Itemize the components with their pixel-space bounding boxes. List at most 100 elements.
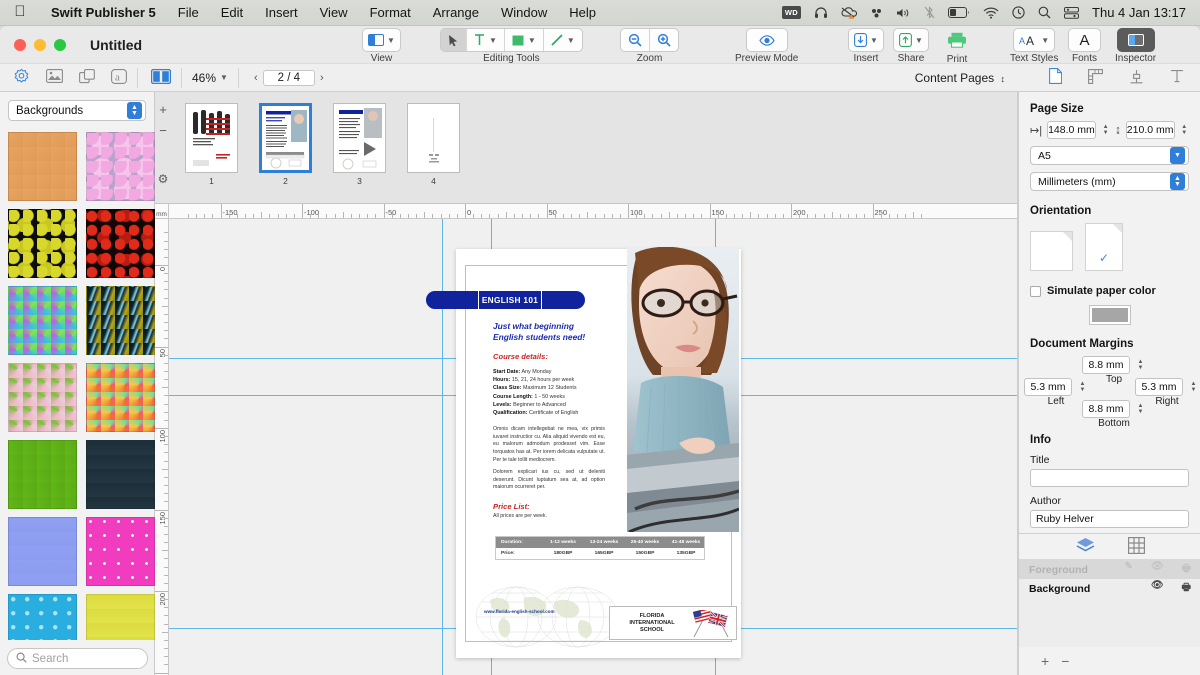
zoom-button[interactable] — [54, 39, 66, 51]
chevron-down-icon[interactable]: ▼ — [220, 73, 228, 82]
page-height-stepper[interactable]: ▲▼ — [1180, 121, 1190, 139]
object-inspector-icon[interactable] — [1129, 69, 1144, 87]
swatch-pink-rays[interactable] — [8, 363, 77, 432]
menu-file[interactable]: File — [167, 5, 210, 20]
margin-right-stepper[interactable]: ▲▼ — [1188, 378, 1199, 396]
battery-icon[interactable] — [948, 7, 970, 18]
margin-left-stepper[interactable]: ▲▼ — [1077, 378, 1088, 396]
inspector-button[interactable] — [1117, 28, 1155, 52]
page-thumbnail[interactable]: 4 — [407, 103, 460, 186]
fonts-button[interactable]: A — [1068, 28, 1101, 52]
swatch-teal-flame[interactable] — [86, 286, 155, 355]
apple-menu-icon[interactable]:  — [0, 4, 40, 21]
swatch-green-swirl[interactable] — [8, 286, 77, 355]
image-icon[interactable] — [46, 69, 63, 86]
swatch-green-lines[interactable] — [8, 440, 77, 509]
page-indicator[interactable]: 2 / 4 — [263, 70, 315, 86]
menu-help[interactable]: Help — [558, 5, 607, 20]
add-layer-button[interactable]: + — [1041, 653, 1049, 669]
margin-bottom-field[interactable]: 8.8 mm — [1082, 400, 1130, 418]
zoom-segmented[interactable] — [620, 28, 679, 52]
swatch-blue-maze[interactable] — [8, 517, 77, 586]
layer-edit-icon[interactable]: ✎ — [1124, 561, 1132, 578]
page-thumbnail[interactable]: 1 — [185, 103, 238, 186]
swatch-dark-maze[interactable] — [86, 440, 155, 509]
layout-inspector-icon[interactable] — [1088, 69, 1103, 87]
page-preset-select[interactable]: A5 ▼ — [1030, 146, 1189, 165]
swatch-orange-speckle[interactable] — [8, 132, 77, 201]
horizontal-ruler[interactable]: -150-100-50050100150200250 — [155, 204, 1018, 219]
student-photo[interactable] — [627, 247, 739, 532]
share-button[interactable]: ▼ — [893, 28, 929, 52]
remove-page-icon[interactable]: − — [159, 124, 167, 137]
zoom-out-button[interactable] — [621, 29, 650, 51]
swatch-pink-flowers[interactable] — [86, 132, 155, 201]
menu-insert[interactable]: Insert — [254, 5, 309, 20]
title-field[interactable] — [1030, 469, 1189, 487]
menu-format[interactable]: Format — [359, 5, 422, 20]
document-canvas[interactable]: mm -150-100-50050100150200250 0501001502… — [155, 204, 1018, 675]
content-pages-selector[interactable]: Content Pages ↕ — [915, 71, 1005, 85]
add-page-icon[interactable]: + — [159, 103, 167, 116]
control-center-icon[interactable] — [1064, 7, 1079, 19]
grid-icon[interactable] — [1128, 537, 1145, 557]
text-styles-button[interactable]: AA ▼ — [1013, 28, 1055, 52]
editing-tools-segmented[interactable]: ▼ ▼ ▼ — [440, 28, 583, 52]
swatch-magenta-dots[interactable] — [86, 517, 155, 586]
headphones-icon[interactable] — [814, 6, 828, 19]
previous-page-button[interactable]: ‹ — [249, 72, 263, 84]
time-machine-icon[interactable] — [1012, 6, 1025, 19]
shapes-icon[interactable] — [79, 69, 95, 87]
text-art-icon[interactable]: a — [111, 69, 127, 87]
text-tool[interactable]: ▼ — [467, 29, 505, 51]
layer-print-icon[interactable]: 🖶 — [1182, 580, 1191, 597]
header-pill[interactable]: ENGLISH 101 — [426, 291, 585, 309]
simulate-paper-color-checkbox[interactable] — [1030, 286, 1041, 297]
menubar-clock[interactable]: Thu 4 Jan 13:17 — [1092, 5, 1186, 20]
volume-icon[interactable] — [896, 7, 911, 19]
swatch-yellow-noise[interactable] — [86, 594, 155, 640]
simulate-paper-color-row[interactable]: Simulate paper color — [1030, 285, 1189, 297]
zoom-level-value[interactable]: 46% — [192, 71, 216, 85]
menu-view[interactable]: View — [309, 5, 359, 20]
background-swatch-grid[interactable] — [0, 128, 155, 640]
swatch-red-black[interactable] — [86, 209, 155, 278]
zoom-in-button[interactable] — [650, 29, 678, 51]
master-pages-icon[interactable] — [13, 68, 30, 87]
canvas-scroll-area[interactable]: ENGLISH 101 Just what beginning English … — [169, 219, 1018, 675]
orientation-portrait-option[interactable]: ✓ — [1085, 223, 1123, 271]
orientation-landscape-option[interactable] — [1030, 231, 1073, 271]
page-sheet[interactable]: ENGLISH 101 Just what beginning English … — [456, 249, 741, 658]
page-thumbnail[interactable]: 2 — [259, 103, 312, 186]
paper-color-chip[interactable] — [1090, 306, 1130, 324]
cloud-sync-warning-icon[interactable] — [841, 6, 857, 19]
view-button[interactable]: ▼ — [362, 28, 401, 52]
flyer-body[interactable]: Just what beginning English students nee… — [493, 321, 605, 519]
menu-arrange[interactable]: Arrange — [422, 5, 490, 20]
preview-mode-button[interactable] — [746, 28, 788, 52]
page-height-field[interactable]: 210.0 mm — [1126, 121, 1175, 139]
price-table[interactable]: Duration:1-12 weeks13-24 weeks25-40 week… — [495, 536, 705, 560]
units-select[interactable]: Millimeters (mm) ▲▼ — [1030, 172, 1189, 191]
guide-vertical[interactable] — [442, 219, 443, 675]
swatch-orange-burst[interactable] — [86, 363, 155, 432]
school-logo-box[interactable]: FLORIDA INTERNATIONAL SCHOOL — [609, 606, 737, 640]
insert-button[interactable]: ▼ — [848, 28, 884, 52]
search-icon[interactable] — [1038, 6, 1051, 19]
margin-top-stepper[interactable]: ▲▼ — [1135, 356, 1146, 374]
layer-visibility-icon[interactable]: 👁 — [1151, 580, 1164, 597]
margin-left-field[interactable]: 5.3 mm — [1024, 378, 1072, 396]
text-inspector-icon[interactable] — [1170, 69, 1184, 86]
swatch-cyan-pattern[interactable] — [8, 594, 77, 640]
layer-list[interactable]: Foreground✎👁🖶Background✎👁🖶 — [1019, 559, 1200, 647]
next-page-button[interactable]: › — [315, 72, 329, 84]
margin-bottom-stepper[interactable]: ▲▼ — [1135, 400, 1146, 418]
page-thumbnail[interactable]: 3 — [333, 103, 386, 186]
layers-icon[interactable] — [1076, 537, 1095, 557]
print-button[interactable] — [938, 28, 976, 52]
author-field[interactable]: Ruby Helver — [1030, 510, 1189, 528]
menubar-app-name[interactable]: Swift Publisher 5 — [40, 5, 167, 20]
layer-row[interactable]: Background✎👁🖶 — [1019, 579, 1200, 598]
library-search[interactable]: Search — [7, 648, 148, 669]
layer-visibility-icon[interactable]: 👁 — [1151, 561, 1164, 578]
